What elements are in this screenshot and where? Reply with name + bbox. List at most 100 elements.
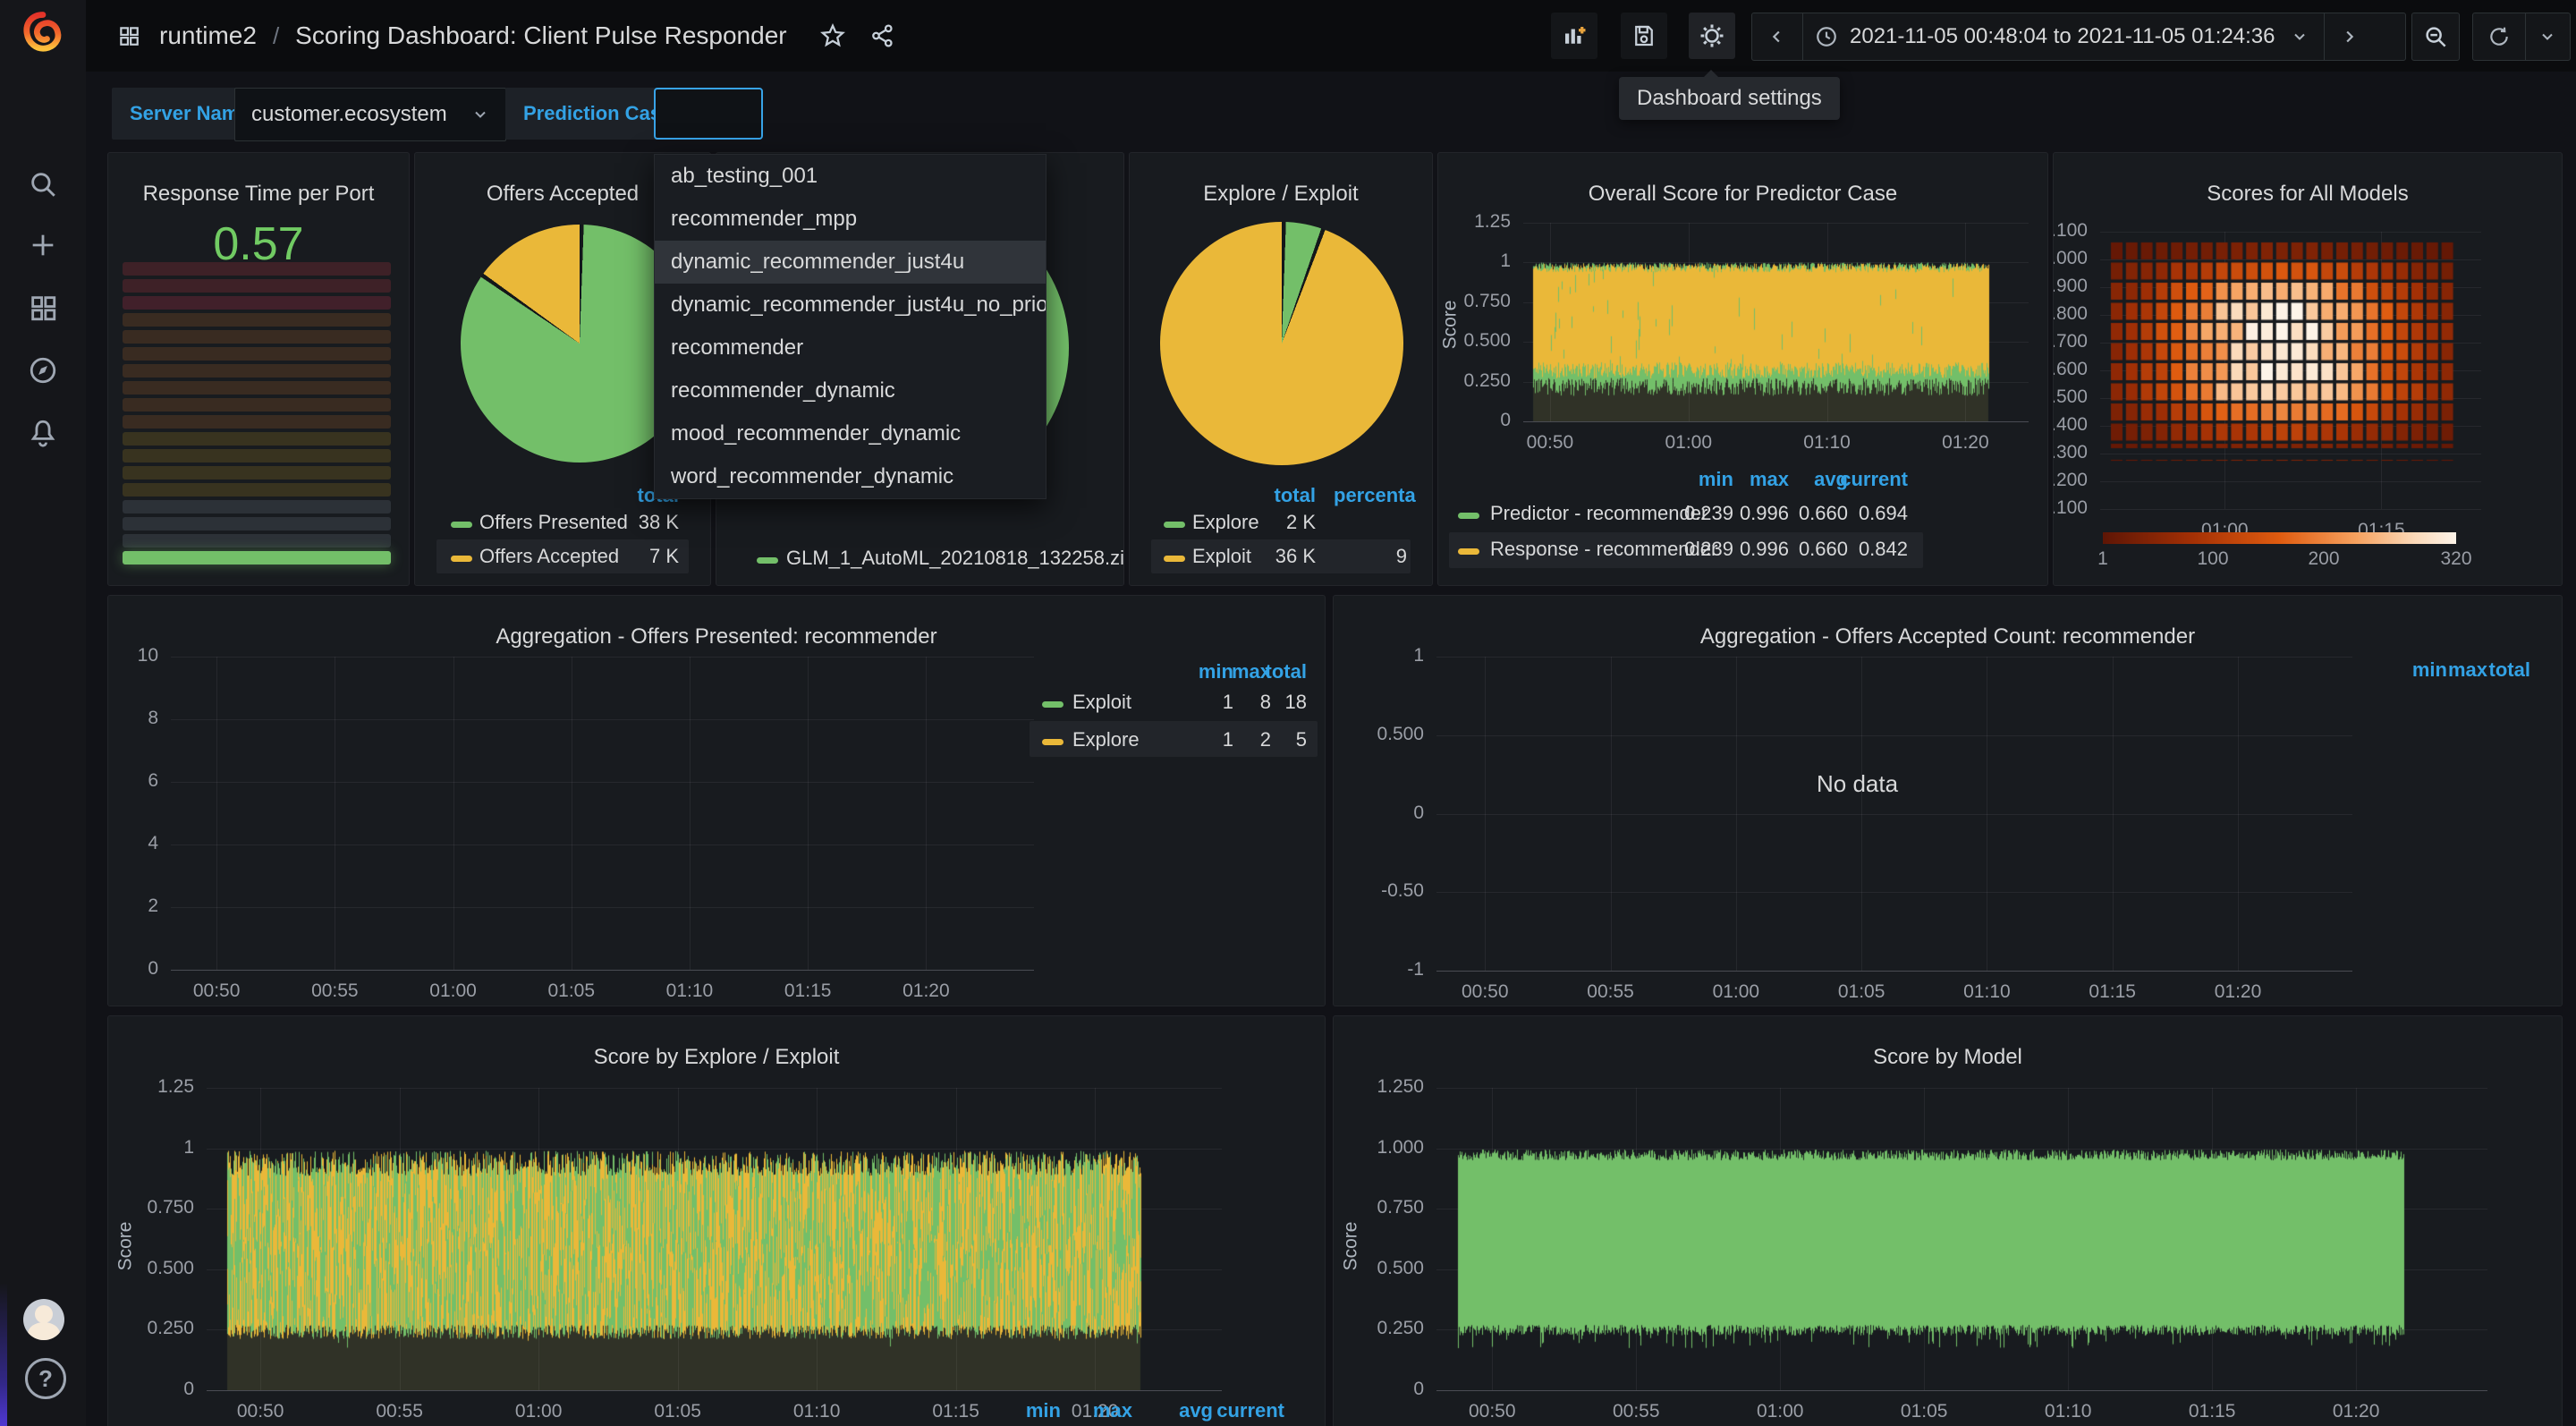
legend-row-value: 7 K: [648, 545, 679, 567]
legend-header-total[interactable]: total: [1244, 484, 1316, 507]
breadcrumb-app[interactable]: runtime2: [159, 21, 257, 50]
dropdown-option[interactable]: mood_recommender_dynamic: [655, 412, 1046, 455]
legend-header-current[interactable]: current: [1195, 1399, 1284, 1422]
dropdown-option[interactable]: recommender_mpp: [655, 198, 1046, 241]
x-axis-tick-label: 01:00: [514, 1401, 563, 1422]
y-axis-tick-label: 0: [148, 958, 158, 979]
legend-row-label[interactable]: Exploit: [1072, 691, 1131, 714]
dropdown-option[interactable]: dynamic_recommender_just4u: [655, 241, 1046, 284]
x-axis-tick-label: 01:00: [1756, 1401, 1804, 1422]
y-axis-tick-label: 1.250: [1377, 1076, 1424, 1097]
legend-header-percentage[interactable]: percenta: [1334, 484, 1432, 507]
y-axis-tick-label: 0: [1413, 802, 1424, 823]
x-axis-tick-label: 01:20: [2332, 1401, 2380, 1422]
x-axis-tick-label: 00:55: [1612, 1401, 1660, 1422]
x-axis-tick-label: 01:10: [792, 1401, 841, 1422]
x-axis-tick-label: 01:10: [1803, 432, 1851, 453]
y-axis-tick-label: -1: [1407, 959, 1424, 980]
lcd-bar-row: [123, 296, 391, 310]
lcd-bar-row: [123, 364, 391, 378]
refresh-interval-chevron[interactable]: [2526, 13, 2569, 60]
gridline-vertical: [216, 657, 218, 970]
x-axis-tick-label: 01:20: [1942, 432, 1989, 453]
dropdown-option[interactable]: dynamic_recommender_just4u_no_priors: [655, 284, 1046, 327]
save-dashboard-button[interactable]: [1621, 13, 1667, 59]
legend-header-current[interactable]: current: [1818, 468, 1908, 491]
share-icon[interactable]: [869, 22, 896, 49]
panel-explore-exploit: Explore / Exploit total percenta Explore…: [1129, 152, 1433, 586]
legend-row-label[interactable]: GLM_1_AutoML_20210818_132258.zip: [786, 547, 1123, 570]
dashboard-grid-icon[interactable]: [111, 18, 147, 54]
refresh-icon[interactable]: [2473, 13, 2526, 60]
series-dash: [1164, 522, 1185, 528]
server-name-select[interactable]: customer.ecosystem: [234, 88, 506, 141]
dropdown-option[interactable]: word_recommender_dynamic: [655, 455, 1046, 498]
x-axis-tick-label: 01:05: [1837, 981, 1885, 1002]
time-dropdown-chevron[interactable]: [2275, 13, 2324, 60]
panel-title[interactable]: Response Time per Port: [108, 182, 409, 207]
lcd-bar-row: [123, 415, 391, 429]
chart-heatmap: 1.1001.0000.9000.8000.7000.6000.5000.400…: [2054, 153, 2562, 585]
time-range-text[interactable]: 2021-11-05 00:48:04 to 2021-11-05 01:24:…: [1850, 24, 2275, 49]
dropdown-option[interactable]: recommender: [655, 327, 1046, 369]
gridline-vertical: [453, 657, 454, 970]
refresh-button-group[interactable]: [2472, 13, 2571, 61]
add-panel-button[interactable]: [1551, 13, 1597, 59]
colorbar-tick-label: 100: [2197, 548, 2229, 569]
series-dash: [1042, 739, 1063, 745]
y-axis-tick-label: -0.50: [1381, 880, 1424, 902]
gridline-vertical: [1735, 657, 1737, 971]
y-axis-tick-label: 0.250: [1463, 369, 1511, 391]
gridline-vertical: [1610, 657, 1612, 971]
explore-compass-icon[interactable]: [21, 349, 64, 392]
legend-header-min[interactable]: min: [989, 1399, 1061, 1422]
legend-row-label[interactable]: Offers Accepted: [479, 545, 619, 568]
series-dash: [1458, 513, 1479, 519]
legend-header-max[interactable]: max: [1061, 1399, 1132, 1422]
dropdown-option[interactable]: recommender_dynamic: [655, 369, 1046, 412]
alerting-bell-icon[interactable]: [21, 412, 64, 454]
legend-row-label[interactable]: Exploit: [1192, 545, 1251, 568]
time-range-picker[interactable]: 2021-11-05 00:48:04 to 2021-11-05 01:24:…: [1751, 13, 2406, 61]
legend-stat: 18: [1284, 691, 1307, 713]
grafana-logo[interactable]: [21, 11, 64, 54]
dropdown-option[interactable]: ab_testing_001: [655, 155, 1046, 198]
time-forward-chevron[interactable]: [2323, 13, 2373, 60]
help-icon[interactable]: ?: [25, 1358, 66, 1399]
page-title[interactable]: Scoring Dashboard: Client Pulse Responde…: [295, 21, 786, 50]
dashboards-icon[interactable]: [21, 286, 64, 329]
x-axis-tick-label: 01:10: [1963, 981, 2011, 1002]
gridline-horizontal: [171, 657, 1034, 658]
x-axis-tick-label: 00:55: [311, 980, 359, 1001]
heatmap-cells-canvas: [2054, 153, 2501, 529]
y-axis-tick-label: 1: [183, 1136, 194, 1158]
gridline-vertical: [1861, 657, 1863, 971]
dashboard-settings-button[interactable]: [1689, 13, 1735, 59]
legend-header-total[interactable]: total: [1235, 660, 1307, 683]
panel-title[interactable]: Explore / Exploit: [1130, 182, 1432, 207]
legend-header-total[interactable]: total: [2459, 658, 2530, 682]
prediction-case-input[interactable]: [654, 88, 763, 140]
x-axis-tick-label: 01:00: [429, 980, 477, 1001]
x-axis-tick-label: 01:00: [1665, 432, 1713, 453]
zoom-out-button[interactable]: [2411, 13, 2460, 61]
legend-row-label[interactable]: Offers Presented: [479, 511, 628, 534]
user-avatar[interactable]: [23, 1299, 64, 1340]
x-axis-tick-label: 01:15: [784, 980, 832, 1001]
clock-icon: [1803, 13, 1850, 60]
time-back-chevron[interactable]: [1752, 13, 1803, 60]
y-axis-tick-label: 0.250: [1377, 1318, 1424, 1339]
y-axis-tick-label: 0: [183, 1379, 194, 1399]
search-icon[interactable]: [21, 163, 64, 206]
x-axis-tick-label: 01:20: [2214, 981, 2262, 1002]
create-icon[interactable]: [21, 224, 64, 267]
chart-score-explore-exploit: 1.25 1 0.750 0.500 0.250 0 00:50 00:55 01:00 01:0…: [108, 1016, 1325, 1426]
y-axis-tick-label: 1.000: [1377, 1136, 1424, 1158]
x-axis-baseline: [207, 1390, 1222, 1391]
gridline-horizontal: [1436, 892, 2352, 894]
heatmap-colorbar: [2103, 532, 2456, 544]
y-axis-tick-label: 1: [1413, 645, 1424, 666]
star-icon[interactable]: [819, 22, 846, 49]
series-band-canvas: [1436, 1088, 2487, 1390]
legend-row-label[interactable]: Explore: [1072, 728, 1140, 751]
